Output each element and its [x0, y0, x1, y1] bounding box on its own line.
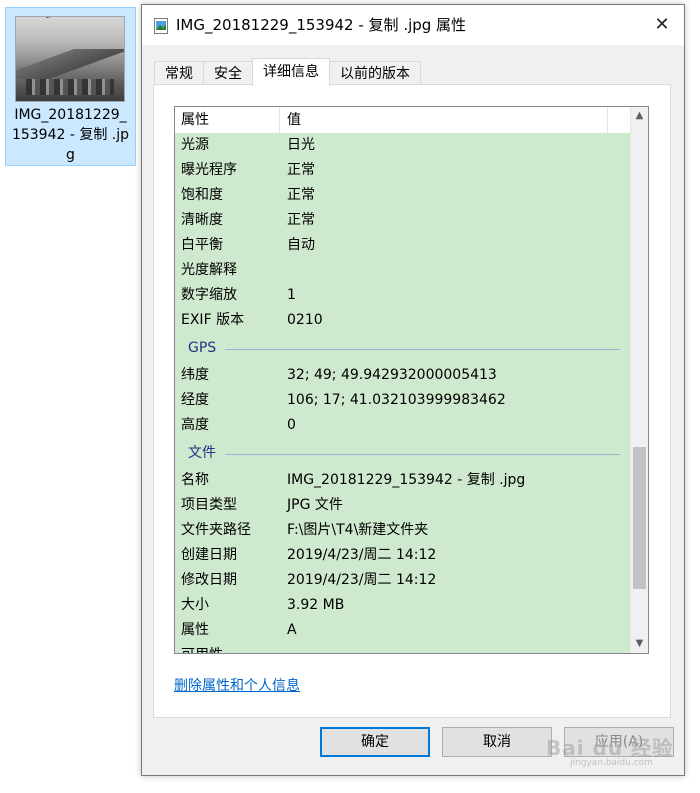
property-value: 2019/4/23/周二 14:12	[287, 572, 437, 588]
details-panel: 属性 值 光源 日光 曝光程序 正常 饱和度 正常 清晰度 正常 白平衡 自动 光度解释 数字缩放 1 E…	[153, 84, 671, 718]
property-name: 文件夹路径	[181, 522, 251, 538]
property-name: 大小	[181, 597, 209, 613]
property-row[interactable]: 纬度 32; 49; 49.942932000005413	[175, 363, 630, 388]
group-label: GPS	[188, 340, 217, 356]
column-header-value[interactable]: 值	[287, 107, 301, 133]
scroll-up-icon[interactable]: ▲	[631, 107, 648, 125]
scroll-thumb[interactable]	[633, 447, 646, 589]
property-row[interactable]: 清晰度 正常	[175, 208, 630, 233]
tab-previous-versions[interactable]: 以前的版本	[329, 61, 421, 85]
tab-details[interactable]: 详细信息	[252, 58, 330, 86]
property-name: 白平衡	[181, 237, 223, 253]
apply-button[interactable]: 应用(A)	[564, 727, 674, 757]
property-value: 自动	[287, 237, 315, 253]
vertical-scrollbar[interactable]: ▲ ▼	[630, 107, 648, 653]
tab-strip: 常规 安全 详细信息 以前的版本	[154, 58, 421, 86]
list-body: 光源 日光 曝光程序 正常 饱和度 正常 清晰度 正常 白平衡 自动 光度解释 数字缩放 1 EXIF 版…	[175, 133, 630, 653]
property-row[interactable]: 可用性	[175, 643, 630, 653]
ok-button[interactable]: 确定	[320, 727, 430, 757]
property-name: 纬度	[181, 367, 209, 383]
thumbnail-rooftops	[26, 79, 114, 95]
property-value: IMG_20181229_153942 - 复制 .jpg	[287, 472, 526, 488]
property-value: F:\图片\T4\新建文件夹	[287, 522, 429, 538]
group-label: 文件	[188, 445, 216, 461]
property-name: 饱和度	[181, 187, 223, 203]
property-name: 数字缩放	[181, 287, 237, 303]
property-name: 项目类型	[181, 497, 237, 513]
property-value: 正常	[287, 187, 315, 203]
group-divider	[225, 349, 620, 350]
column-header-property[interactable]: 属性	[181, 107, 209, 133]
property-name: 经度	[181, 392, 209, 408]
property-row[interactable]: 光度解释	[175, 258, 630, 283]
property-value: 0	[287, 417, 296, 433]
remove-properties-link[interactable]: 删除属性和个人信息	[174, 675, 300, 695]
scroll-down-icon[interactable]: ▼	[631, 635, 648, 653]
property-name: 名称	[181, 472, 209, 488]
property-row[interactable]: 曝光程序 正常	[175, 158, 630, 183]
property-list[interactable]: 属性 值 光源 日光 曝光程序 正常 饱和度 正常 清晰度 正常 白平衡 自动 光度解释 数字缩放 1 E…	[174, 106, 649, 654]
group-header-file: 文件	[175, 438, 630, 468]
property-row[interactable]: 白平衡 自动	[175, 233, 630, 258]
property-row[interactable]: EXIF 版本 0210	[175, 308, 630, 333]
property-row[interactable]: 数字缩放 1	[175, 283, 630, 308]
image-thumbnail	[15, 16, 125, 102]
property-value: 正常	[287, 212, 315, 228]
window-title: IMG_20181229_153942 - 复制 .jpg 属性	[176, 16, 467, 34]
list-header: 属性 值	[175, 107, 630, 133]
title-bar[interactable]: IMG_20181229_153942 - 复制 .jpg 属性 ✕	[142, 5, 684, 45]
desktop-file-tile[interactable]: IMG_20181229_153942 - 复制 .jpg	[5, 7, 136, 166]
property-value: JPG 文件	[287, 497, 343, 513]
property-row[interactable]: 大小 3.92 MB	[175, 593, 630, 618]
property-row[interactable]: 名称 IMG_20181229_153942 - 复制 .jpg	[175, 468, 630, 493]
close-icon[interactable]: ✕	[640, 5, 684, 45]
property-row[interactable]: 光源 日光	[175, 133, 630, 158]
property-row[interactable]: 创建日期 2019/4/23/周二 14:12	[175, 543, 630, 568]
property-row[interactable]: 高度 0	[175, 413, 630, 438]
property-name: 光度解释	[181, 262, 237, 278]
cancel-button[interactable]: 取消	[442, 727, 552, 757]
properties-dialog: IMG_20181229_153942 - 复制 .jpg 属性 ✕ 常规 安全…	[141, 4, 685, 776]
property-value: 正常	[287, 162, 315, 178]
property-name: EXIF 版本	[181, 312, 245, 328]
property-value: 0210	[287, 312, 323, 328]
group-divider	[225, 454, 620, 455]
property-row[interactable]: 修改日期 2019/4/23/周二 14:12	[175, 568, 630, 593]
property-value: 32; 49; 49.942932000005413	[287, 367, 497, 383]
group-header-gps: GPS	[175, 333, 630, 363]
property-name: 清晰度	[181, 212, 223, 228]
property-value: 2019/4/23/周二 14:12	[287, 547, 437, 563]
property-row[interactable]: 饱和度 正常	[175, 183, 630, 208]
property-value: 日光	[287, 137, 315, 153]
property-name: 光源	[181, 137, 209, 153]
property-row[interactable]: 项目类型 JPG 文件	[175, 493, 630, 518]
property-name: 创建日期	[181, 547, 237, 563]
column-divider[interactable]	[279, 107, 280, 133]
property-name: 高度	[181, 417, 209, 433]
property-name: 属性	[181, 622, 209, 638]
property-value: A	[287, 622, 297, 638]
tab-security[interactable]: 安全	[203, 61, 253, 85]
property-row[interactable]: 属性 A	[175, 618, 630, 643]
property-name: 曝光程序	[181, 162, 237, 178]
property-value: 1	[287, 287, 296, 303]
image-file-icon	[154, 18, 168, 34]
desktop-file-name: IMG_20181229_153942 - 复制 .jpg	[11, 107, 130, 163]
property-value: 106; 17; 41.032103999983462	[287, 392, 506, 408]
property-row[interactable]: 经度 106; 17; 41.032103999983462	[175, 388, 630, 413]
property-name: 修改日期	[181, 572, 237, 588]
tab-general[interactable]: 常规	[154, 61, 204, 85]
thumbnail-mountain	[16, 49, 124, 79]
property-row[interactable]: 文件夹路径 F:\图片\T4\新建文件夹	[175, 518, 630, 543]
column-divider[interactable]	[607, 107, 608, 133]
property-name: 可用性	[181, 643, 223, 653]
property-value: 3.92 MB	[287, 597, 345, 613]
